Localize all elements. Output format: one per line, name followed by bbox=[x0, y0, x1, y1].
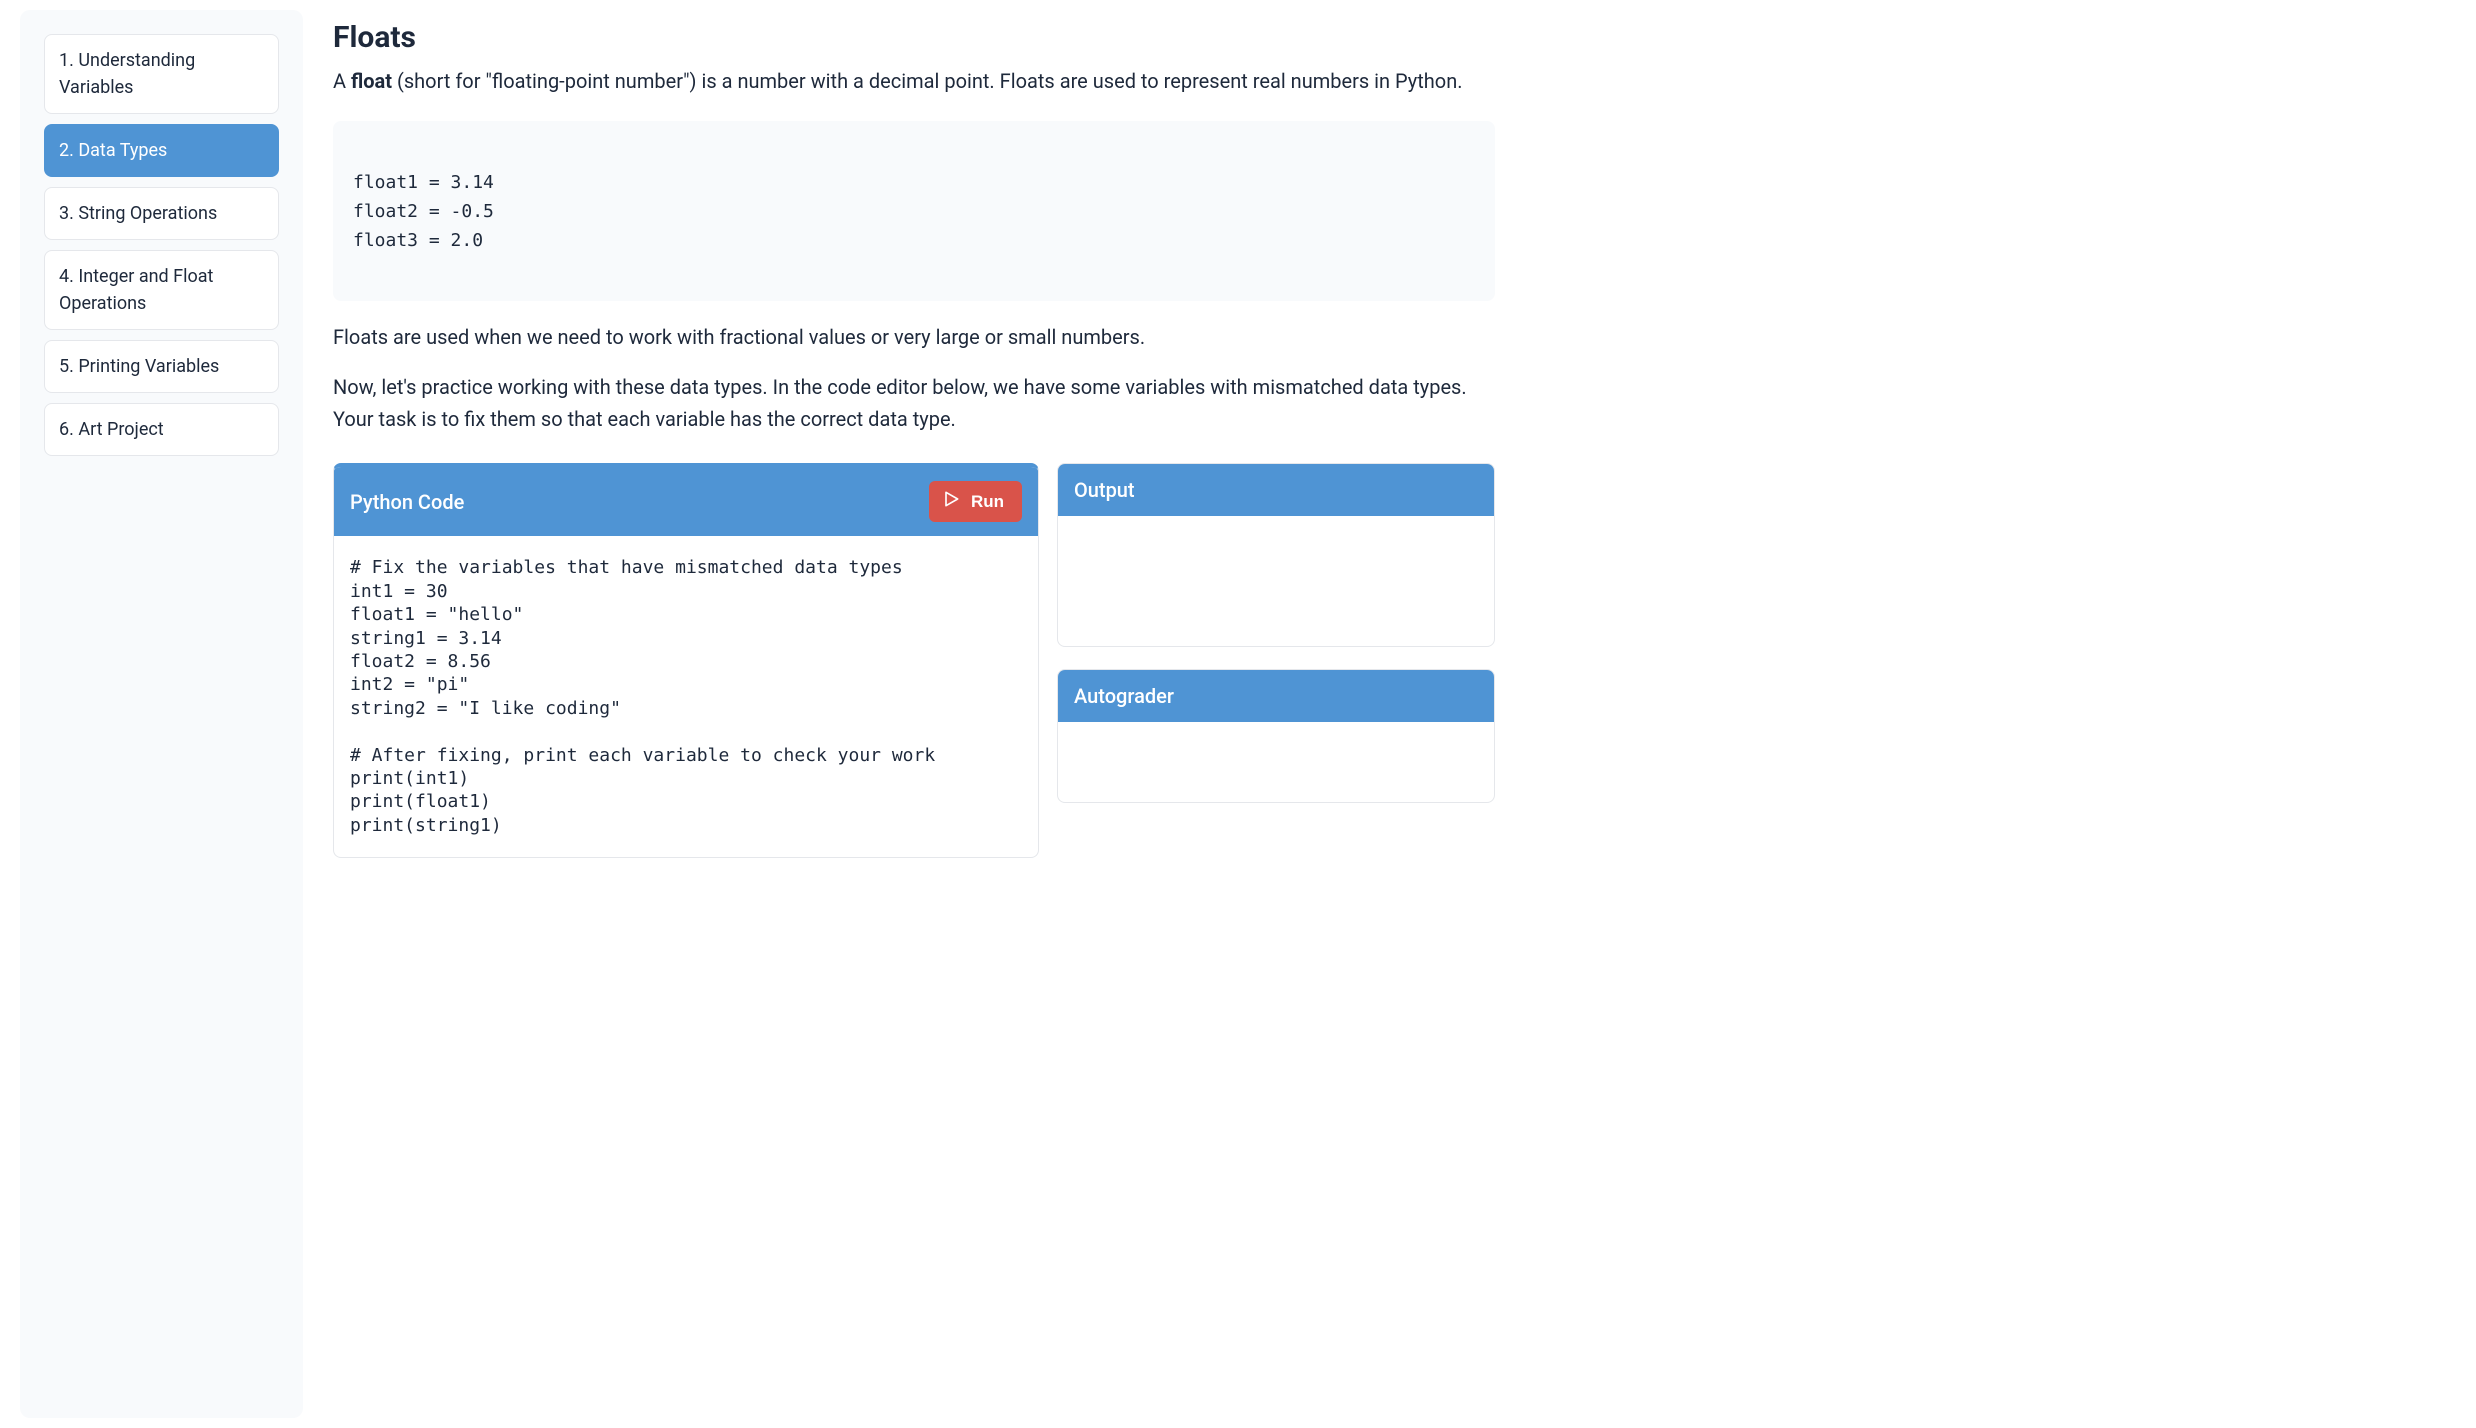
editor-header: Python Code Run bbox=[334, 467, 1038, 536]
autograder-panel: Autograder bbox=[1057, 669, 1495, 803]
paragraph-practice-instructions: Now, let's practice working with these d… bbox=[333, 371, 1495, 435]
sidebar-item-art-project[interactable]: 6. Art Project bbox=[44, 403, 279, 456]
editor-code[interactable]: # Fix the variables that have mismatched… bbox=[350, 556, 1022, 837]
section-heading: Floats bbox=[333, 20, 1495, 55]
intro-prefix: A bbox=[333, 69, 351, 93]
sidebar-item-understanding-variables[interactable]: 1. Understanding Variables bbox=[44, 34, 279, 114]
intro-suffix: (short for "floating-point number") is a… bbox=[392, 69, 1463, 93]
example-code-block: float1 = 3.14 float2 = -0.5 float3 = 2.0 bbox=[333, 121, 1495, 301]
lesson-sidebar: 1. Understanding Variables 2. Data Types… bbox=[20, 10, 303, 1418]
workspace: Python Code Run # Fix the variables that… bbox=[333, 463, 1495, 858]
output-panel: Output bbox=[1057, 463, 1495, 647]
example-code: float1 = 3.14 float2 = -0.5 float3 = 2.0 bbox=[353, 169, 1475, 255]
code-editor-panel: Python Code Run # Fix the variables that… bbox=[333, 463, 1039, 858]
editor-title: Python Code bbox=[350, 490, 464, 514]
paragraph-floats-usage: Floats are used when we need to work wit… bbox=[333, 321, 1495, 353]
play-icon bbox=[941, 489, 961, 514]
intro-bold: float bbox=[351, 69, 392, 93]
editor-body[interactable]: # Fix the variables that have mismatched… bbox=[334, 536, 1038, 857]
autograder-panel-body bbox=[1058, 722, 1494, 802]
lesson-content: Floats A float (short for "floating-poin… bbox=[323, 0, 1523, 1428]
output-panel-body bbox=[1058, 516, 1494, 646]
intro-paragraph: A float (short for "floating-point numbe… bbox=[333, 65, 1495, 97]
output-panel-title: Output bbox=[1058, 464, 1494, 516]
sidebar-item-integer-float-operations[interactable]: 4. Integer and Float Operations bbox=[44, 250, 279, 330]
side-panels: Output Autograder bbox=[1057, 463, 1495, 803]
sidebar-item-string-operations[interactable]: 3. String Operations bbox=[44, 187, 279, 240]
sidebar-item-printing-variables[interactable]: 5. Printing Variables bbox=[44, 340, 279, 393]
autograder-panel-title: Autograder bbox=[1058, 670, 1494, 722]
sidebar-item-data-types[interactable]: 2. Data Types bbox=[44, 124, 279, 177]
run-button[interactable]: Run bbox=[929, 481, 1022, 522]
run-button-label: Run bbox=[971, 492, 1004, 512]
